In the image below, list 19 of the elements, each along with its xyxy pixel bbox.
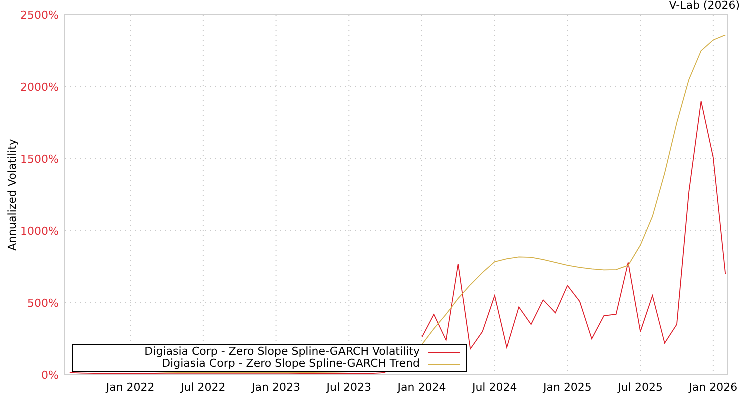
y-tick-label: 2000%	[20, 81, 59, 94]
x-tick-label: Jan 2025	[544, 381, 592, 394]
y-tick-label: 1000%	[20, 225, 59, 238]
x-tick-label: Jan 2023	[252, 381, 300, 394]
source-credit: V-Lab (2026)	[669, 0, 740, 12]
legend-label: Digiasia Corp - Zero Slope Spline-GARCH Trend	[162, 358, 420, 370]
x-tick-label: Jul 2024	[472, 381, 518, 394]
x-tick-label: Jan 2026	[689, 381, 738, 394]
y-tick-label: 0%	[42, 369, 59, 382]
y-axis-label: Annualized Volatility	[6, 139, 19, 251]
x-tick-label: Jul 2023	[326, 381, 372, 394]
y-tick-label: 2500%	[20, 9, 59, 22]
legend-label: Digiasia Corp - Zero Slope Spline-GARCH Volatility	[144, 346, 420, 358]
x-tick-label: Jul 2022	[181, 381, 226, 394]
x-tick-label: Jan 2022	[106, 381, 155, 394]
y-tick-label: 1500%	[20, 153, 59, 166]
y-tick-label: 500%	[28, 297, 59, 310]
x-tick-label: Jul 2025	[618, 381, 663, 394]
x-tick-label: Jan 2024	[398, 381, 446, 394]
